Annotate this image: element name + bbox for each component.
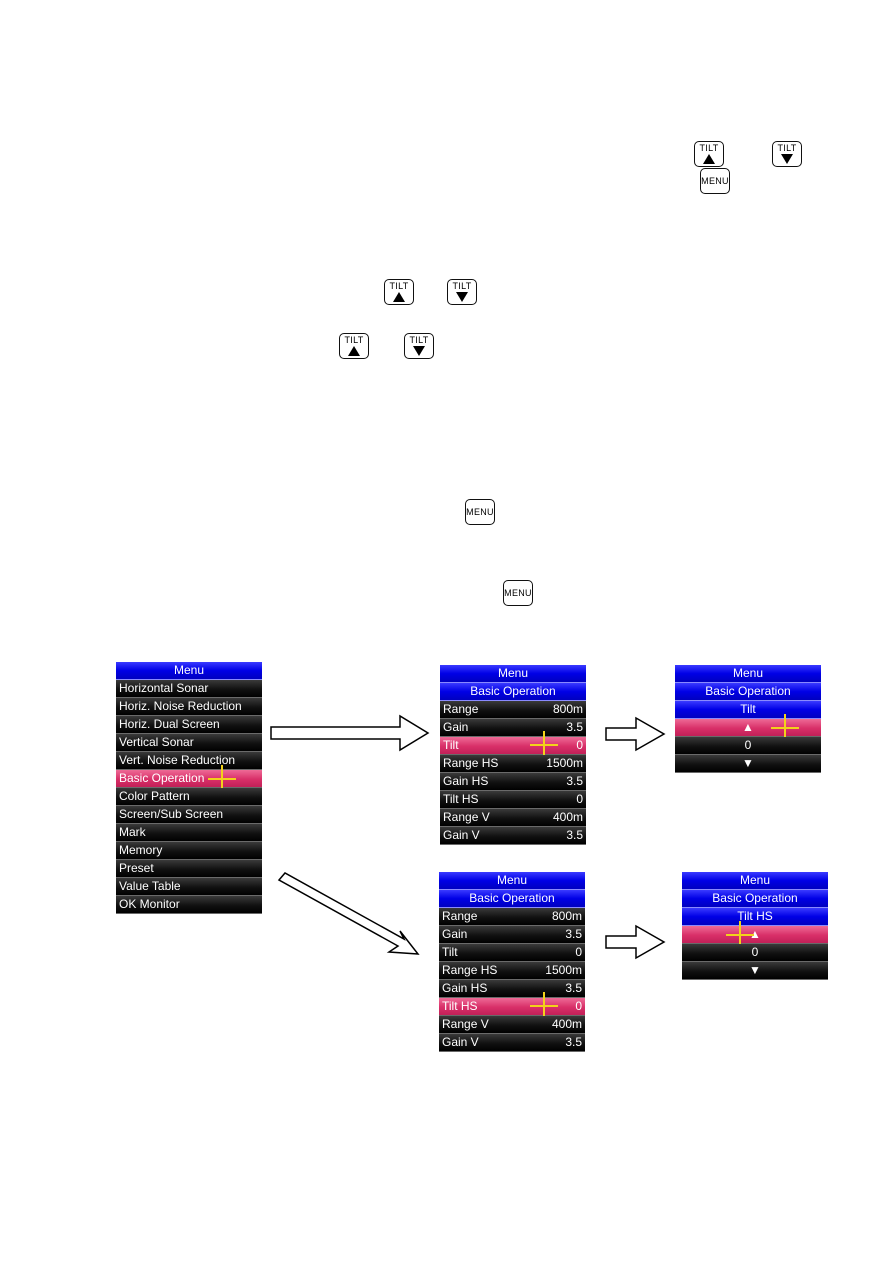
flow-arrows <box>270 714 666 960</box>
arrow-right-icon <box>605 924 666 960</box>
arrow-right-icon <box>605 716 666 752</box>
arrow-diagonal-icon <box>277 872 420 955</box>
arrow-right-icon <box>270 714 430 752</box>
